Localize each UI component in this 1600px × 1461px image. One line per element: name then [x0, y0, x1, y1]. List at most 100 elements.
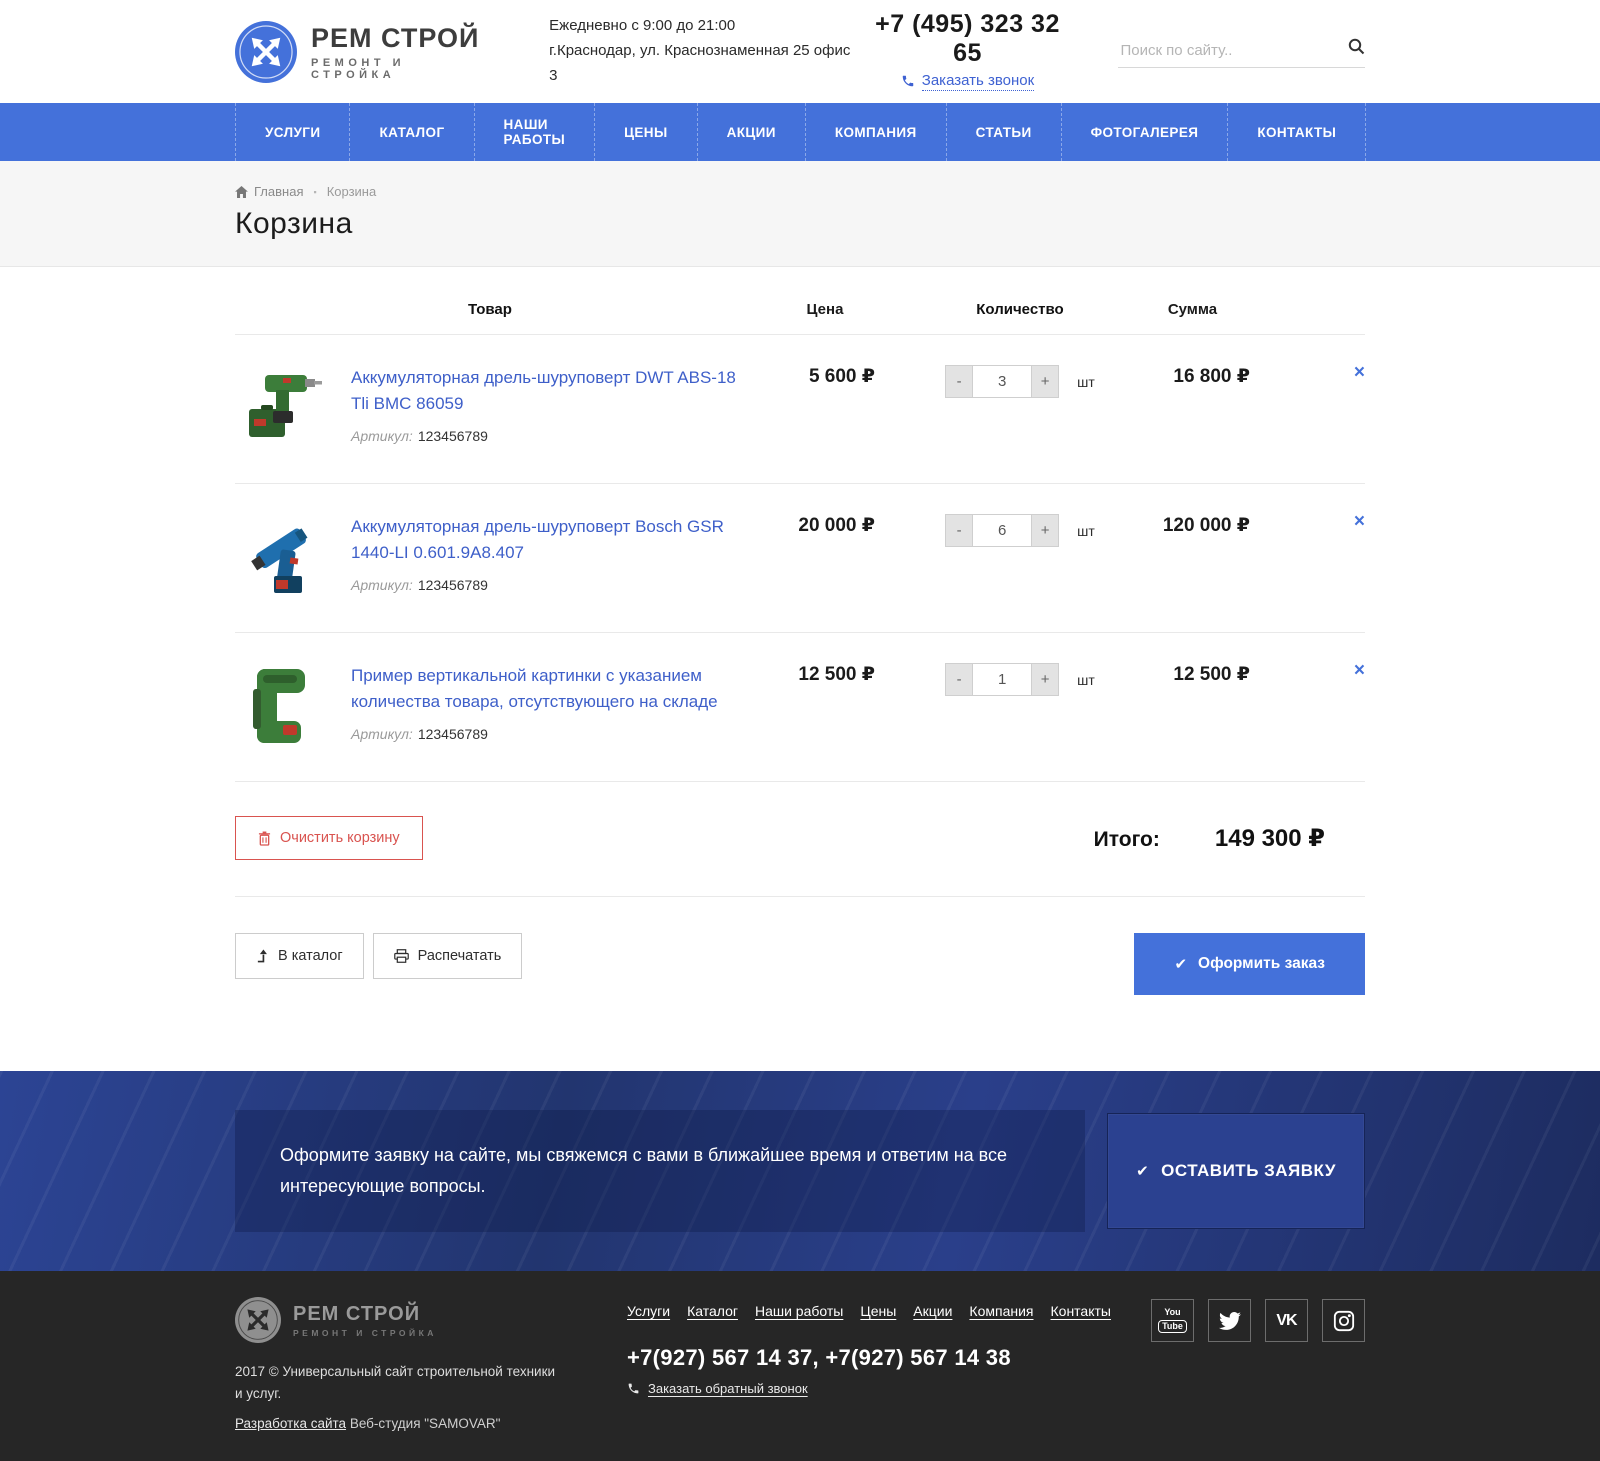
youtube-button[interactable]: YouTube	[1151, 1299, 1194, 1342]
footer-link-aktsii[interactable]: Акции	[913, 1303, 952, 1319]
logo-title: РЕМ СТРОЙ	[311, 23, 493, 54]
product-title-link[interactable]: Пример вертикальной картинки с указанием…	[351, 663, 745, 716]
breadcrumb-current: Корзина	[327, 184, 377, 199]
twitter-button[interactable]	[1208, 1299, 1251, 1342]
column-header-sum: Сумма	[1135, 301, 1325, 318]
cart-section: Товар Цена Количество Сумма	[0, 267, 1600, 995]
checkout-label: Оформить заказ	[1198, 955, 1325, 973]
callback-link[interactable]: Заказать звонок	[901, 72, 1034, 91]
developer-link[interactable]: Разработка сайта	[235, 1416, 346, 1431]
footer-callback-link[interactable]: Заказать обратный звонок	[627, 1381, 808, 1396]
nav-item-fotogalereya[interactable]: ФОТОГАЛЕРЕЯ	[1061, 103, 1228, 161]
nav-item-aktsii[interactable]: АКЦИИ	[697, 103, 805, 161]
instagram-icon	[1333, 1310, 1355, 1332]
cart-row: Аккумуляторная дрель-шуруповерт DWT ABS-…	[235, 334, 1365, 483]
logo-subtitle: РЕМОНТ И СТРОЙКА	[311, 57, 493, 81]
cart-row: Аккумуляторная дрель-шуруповерт Bosch GS…	[235, 483, 1365, 632]
callback-label: Заказать звонок	[922, 72, 1034, 91]
quantity-increase-button[interactable]: +	[1031, 663, 1059, 696]
product-sum: 16 800 ₽	[1135, 365, 1325, 388]
logo-icon	[235, 21, 297, 83]
home-icon	[235, 186, 248, 198]
footer-logo[interactable]: РЕМ СТРОЙ РЕМОНТ И СТРОЙКА	[235, 1297, 565, 1343]
search-input[interactable]	[1118, 36, 1365, 68]
product-sku: Артикул: 123456789	[351, 726, 745, 742]
cta-text: Оформите заявку на сайте, мы свяжемся с …	[280, 1140, 1040, 1203]
sku-label: Артикул:	[351, 577, 413, 593]
vk-button[interactable]: VK	[1265, 1299, 1308, 1342]
product-title-link[interactable]: Аккумуляторная дрель-шуруповерт Bosch GS…	[351, 514, 745, 567]
product-title-link[interactable]: Аккумуляторная дрель-шуруповерт DWT ABS-…	[351, 365, 745, 418]
back-to-catalog-button[interactable]: В каталог	[235, 933, 364, 979]
remove-item-button[interactable]: ×	[1354, 661, 1365, 680]
footer-link-kompaniya[interactable]: Компания	[969, 1303, 1033, 1319]
product-image-staple-gun	[243, 663, 323, 755]
footer-phones: +7(927) 567 14 37, +7(927) 567 14 38	[627, 1345, 1151, 1371]
leave-request-button[interactable]: ✔ ОСТАВИТЬ ЗАЯВКУ	[1107, 1113, 1365, 1229]
nav-item-uslugi[interactable]: УСЛУГИ	[235, 103, 349, 161]
quantity-input[interactable]	[973, 663, 1031, 696]
site-footer: РЕМ СТРОЙ РЕМОНТ И СТРОЙКА 2017 © Универ…	[0, 1271, 1600, 1461]
footer-nav: Услуги Каталог Наши работы Цены Акции Ко…	[627, 1303, 1151, 1319]
product-price: 5 600 ₽	[745, 365, 905, 388]
remove-item-button[interactable]: ×	[1354, 363, 1365, 382]
cart-totals: Очистить корзину Итого: 149 300 ₽	[235, 782, 1365, 897]
site-header: РЕМ СТРОЙ РЕМОНТ И СТРОЙКА Ежедневно с 9…	[0, 0, 1600, 103]
breadcrumb-band: Главная ▪ Корзина Корзина	[0, 161, 1600, 267]
footer-link-tseny[interactable]: Цены	[860, 1303, 896, 1319]
quantity-increase-button[interactable]: +	[1031, 365, 1059, 398]
remove-item-button[interactable]: ×	[1354, 512, 1365, 531]
product-sku: Артикул:123456789	[351, 577, 745, 593]
quantity-input[interactable]	[973, 365, 1031, 398]
cta-panel: Оформите заявку на сайте, мы свяжемся с …	[235, 1110, 1085, 1232]
checkout-button[interactable]: ✔ Оформить заказ	[1134, 933, 1365, 995]
footer-link-nashi-raboty[interactable]: Наши работы	[755, 1303, 843, 1319]
quantity-stepper: - +	[945, 663, 1059, 696]
breadcrumb-home[interactable]: Главная	[235, 184, 303, 199]
breadcrumb-separator: ▪	[313, 187, 316, 197]
nav-item-katalog[interactable]: КАТАЛОГ	[349, 103, 473, 161]
column-header-product: Товар	[235, 301, 745, 318]
search-icon	[1348, 38, 1365, 55]
clear-cart-button[interactable]: Очистить корзину	[235, 816, 423, 860]
print-button[interactable]: Распечатать	[373, 933, 523, 979]
nav-item-kompaniya[interactable]: КОМПАНИЯ	[805, 103, 946, 161]
footer-link-uslugi[interactable]: Услуги	[627, 1303, 670, 1319]
quantity-decrease-button[interactable]: -	[945, 365, 973, 398]
footer-link-katalog[interactable]: Каталог	[687, 1303, 738, 1319]
twitter-icon	[1219, 1310, 1241, 1332]
sku-value: 123456789	[418, 428, 488, 444]
footer-link-kontakty[interactable]: Контакты	[1051, 1303, 1111, 1319]
quantity-input[interactable]	[973, 514, 1031, 547]
nav-item-nashi-raboty[interactable]: НАШИ РАБОТЫ	[474, 103, 595, 161]
phone-icon	[901, 74, 915, 88]
unit-label: шт	[1077, 374, 1095, 390]
cart-table-header: Товар Цена Количество Сумма	[235, 289, 1365, 334]
column-header-quantity: Количество	[905, 301, 1135, 318]
total-value: 149 300 ₽	[1215, 824, 1325, 853]
search-button[interactable]	[1348, 38, 1365, 58]
quantity-decrease-button[interactable]: -	[945, 663, 973, 696]
product-image-bosch-drill	[243, 514, 323, 606]
trash-icon	[258, 831, 271, 846]
main-nav: УСЛУГИ КАТАЛОГ НАШИ РАБОТЫ ЦЕНЫ АКЦИИ КО…	[0, 103, 1600, 161]
phone-number: +7 (495) 323 32 65	[859, 10, 1077, 68]
quantity-stepper: - +	[945, 365, 1059, 398]
quantity-increase-button[interactable]: +	[1031, 514, 1059, 547]
sku-label: Артикул:	[351, 726, 413, 742]
copyright: 2017 © Универсальный сайт строительной т…	[235, 1361, 565, 1404]
leave-request-label: ОСТАВИТЬ ЗАЯВКУ	[1161, 1161, 1336, 1181]
product-sum: 120 000 ₽	[1135, 514, 1325, 537]
developer-credit: Разработка сайта Веб-студия "SAMOVAR"	[235, 1416, 565, 1431]
nav-item-tseny[interactable]: ЦЕНЫ	[594, 103, 696, 161]
product-image-dwt-drill	[243, 365, 323, 457]
work-hours: Ежедневно с 9:00 до 21:00	[549, 14, 858, 39]
logo[interactable]: РЕМ СТРОЙ РЕМОНТ И СТРОЙКА	[235, 21, 493, 83]
sku-value: 123456789	[418, 726, 488, 742]
instagram-button[interactable]	[1322, 1299, 1365, 1342]
nav-item-stati[interactable]: СТАТЬИ	[946, 103, 1061, 161]
column-header-price: Цена	[745, 301, 905, 318]
nav-item-kontakty[interactable]: КОНТАКТЫ	[1227, 103, 1366, 161]
cart-row: Пример вертикальной картинки с указанием…	[235, 632, 1365, 781]
quantity-decrease-button[interactable]: -	[945, 514, 973, 547]
